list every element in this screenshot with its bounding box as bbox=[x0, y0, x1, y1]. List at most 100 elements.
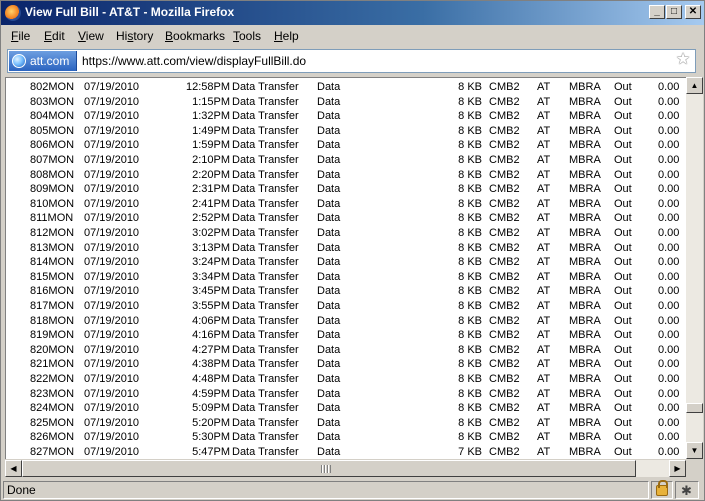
table-row: 817MON 07/19/2010 3:55PM Data Transfer Data 8… bbox=[6, 300, 686, 315]
row-direction: Out bbox=[614, 110, 632, 123]
row-cost: 0.00 bbox=[658, 110, 680, 123]
row-time: 5:20PM bbox=[192, 416, 230, 429]
row-direction: Out bbox=[614, 314, 632, 327]
menu-tools[interactable]: Tools bbox=[233, 29, 261, 43]
menu-view[interactable]: View bbox=[78, 29, 104, 43]
row-network: AT bbox=[537, 402, 551, 415]
bug-icon[interactable]: ✱ bbox=[681, 484, 692, 497]
row-feature: MBRA bbox=[569, 139, 601, 152]
row-type: Data bbox=[317, 183, 341, 196]
row-plan: CMB2 bbox=[489, 168, 520, 181]
row-cost: 0.00 bbox=[658, 212, 680, 225]
row-date: 07/19/2010 bbox=[84, 227, 140, 239]
row-size: 8 KB bbox=[458, 110, 482, 123]
menu-file[interactable]: File bbox=[11, 29, 30, 43]
row-network: AT bbox=[537, 285, 551, 298]
row-network: AT bbox=[537, 241, 551, 254]
row-plan: CMB2 bbox=[489, 373, 520, 385]
menu-edit[interactable]: Edit bbox=[44, 29, 65, 43]
row-description: Data Transfer bbox=[232, 431, 299, 444]
row-number-value: 815 bbox=[30, 270, 49, 283]
row-feature: MBRA bbox=[569, 110, 601, 123]
maximize-button[interactable]: □ bbox=[666, 5, 682, 19]
row-type: Data bbox=[317, 285, 341, 298]
table-row: 813MON 07/19/2010 3:13PM Data Transfer Data 8… bbox=[6, 242, 686, 257]
row-number-value: 807 bbox=[30, 154, 49, 166]
row-description: Data Transfer bbox=[232, 343, 299, 356]
row-cost: 0.00 bbox=[658, 285, 680, 298]
row-day: MON bbox=[48, 227, 75, 239]
bill-content[interactable]: 802MON 07/19/2010 12:58PM Data Transfer Data… bbox=[5, 77, 686, 459]
star-icon[interactable]: ★ bbox=[675, 52, 691, 68]
row-number-value: 826 bbox=[30, 431, 49, 444]
scroll-right-button[interactable]: ▶ bbox=[669, 460, 686, 477]
row-number: 821MON bbox=[30, 358, 74, 370]
debugger-pane[interactable]: ✱ bbox=[675, 481, 699, 499]
row-direction: Out bbox=[614, 95, 632, 108]
row-feature: MBRA bbox=[569, 373, 601, 385]
row-feature: MBRA bbox=[569, 416, 601, 429]
row-number-value: 808 bbox=[30, 168, 49, 181]
row-number: 825MON bbox=[30, 417, 74, 429]
row-plan: CMB2 bbox=[489, 241, 520, 254]
table-row: 822MON 07/19/2010 4:48PM Data Transfer Data 8… bbox=[6, 373, 686, 388]
horizontal-scrollbar[interactable]: ◀ ▶ bbox=[5, 460, 686, 477]
row-cost: 0.00 bbox=[658, 139, 680, 152]
row-description: Data Transfer bbox=[232, 256, 299, 269]
row-description: Data Transfer bbox=[232, 183, 299, 196]
row-feature: MBRA bbox=[569, 285, 601, 298]
menu-bookmarks[interactable]: Bookmarks bbox=[165, 29, 225, 43]
row-day: MON bbox=[48, 285, 75, 298]
row-cost: 0.00 bbox=[658, 329, 680, 342]
row-size: 8 KB bbox=[458, 168, 482, 181]
vertical-scrollbar[interactable]: ▲ ▼ bbox=[686, 77, 703, 459]
url-input[interactable]: https://www.att.com/view/displayFullBill… bbox=[82, 54, 306, 68]
horizontal-scroll-thumb[interactable] bbox=[22, 460, 636, 477]
lock-icon[interactable] bbox=[656, 480, 668, 496]
row-time: 1:59PM bbox=[192, 139, 230, 152]
row-description: Data Transfer bbox=[232, 358, 299, 371]
row-number-value: 804 bbox=[30, 110, 49, 123]
menu-history[interactable]: History bbox=[116, 29, 153, 43]
row-type: Data bbox=[317, 241, 341, 254]
table-row: 819MON 07/19/2010 4:16PM Data Transfer Data 8… bbox=[6, 329, 686, 344]
site-identity-button[interactable]: att.com bbox=[9, 51, 77, 71]
security-pane[interactable] bbox=[651, 480, 673, 499]
row-cost: 0.00 bbox=[658, 95, 680, 108]
row-day: MON bbox=[48, 241, 75, 254]
row-plan: CMB2 bbox=[489, 124, 520, 137]
row-size: 8 KB bbox=[458, 139, 482, 152]
minimize-button[interactable]: _ bbox=[649, 5, 665, 19]
scroll-left-button[interactable]: ◀ bbox=[5, 460, 22, 477]
row-network: AT bbox=[537, 314, 551, 327]
row-number: 823MON bbox=[30, 388, 74, 400]
table-row: 821MON 07/19/2010 4:38PM Data Transfer Data 8… bbox=[6, 358, 686, 373]
row-description: Data Transfer bbox=[232, 373, 299, 385]
address-bar[interactable]: att.com https://www.att.com/view/display… bbox=[7, 49, 696, 73]
close-button[interactable]: ✕ bbox=[685, 5, 701, 19]
row-network: AT bbox=[537, 416, 551, 429]
row-type: Data bbox=[317, 168, 341, 181]
row-date: 07/19/2010 bbox=[84, 270, 140, 283]
row-feature: MBRA bbox=[569, 227, 601, 239]
row-cost: 0.00 bbox=[658, 227, 680, 239]
title-bar[interactable]: View Full Bill - AT&T - Mozilla Firefox … bbox=[1, 1, 704, 25]
scroll-down-button[interactable]: ▼ bbox=[686, 442, 703, 459]
row-number: 813MON bbox=[30, 242, 74, 254]
row-day: MON bbox=[48, 387, 75, 400]
row-size: 8 KB bbox=[458, 387, 482, 400]
row-direction: Out bbox=[614, 373, 632, 385]
row-cost: 0.00 bbox=[658, 183, 680, 196]
row-size: 8 KB bbox=[458, 358, 482, 371]
menu-help[interactable]: Help bbox=[274, 29, 299, 43]
row-plan: CMB2 bbox=[489, 183, 520, 196]
row-cost: 0.00 bbox=[658, 241, 680, 254]
scroll-up-button[interactable]: ▲ bbox=[686, 77, 703, 94]
row-description: Data Transfer bbox=[232, 81, 299, 93]
row-description: Data Transfer bbox=[232, 285, 299, 298]
row-description: Data Transfer bbox=[232, 446, 299, 458]
vertical-scroll-thumb[interactable] bbox=[686, 403, 703, 413]
row-description: Data Transfer bbox=[232, 270, 299, 283]
row-date: 07/19/2010 bbox=[84, 446, 140, 458]
row-date: 07/19/2010 bbox=[84, 373, 140, 385]
